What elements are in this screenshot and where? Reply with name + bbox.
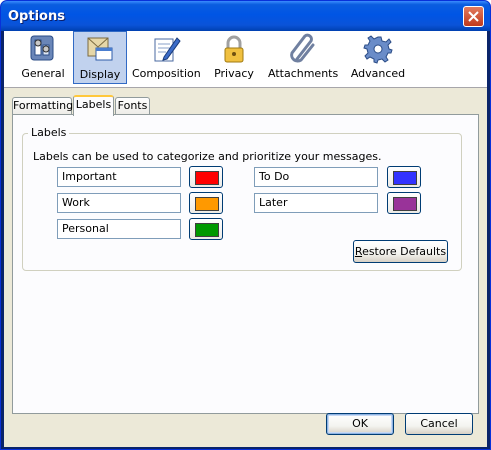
color-picker-button[interactable] xyxy=(189,218,223,240)
labels-description: Labels can be used to categorize and pri… xyxy=(33,150,382,163)
color-picker-button[interactable] xyxy=(189,192,223,214)
restore-defaults-button[interactable]: Restore Defaults xyxy=(353,240,448,263)
tab-fonts[interactable]: Fonts xyxy=(115,97,150,115)
toolbar-label: General xyxy=(21,67,65,80)
label-name-field[interactable]: Important xyxy=(57,167,181,187)
color-picker-button[interactable] xyxy=(387,192,421,214)
display-icon xyxy=(87,37,113,61)
general-icon xyxy=(30,35,54,61)
toolbar-attachments[interactable]: Attachments xyxy=(268,31,338,84)
lock-icon xyxy=(224,35,244,63)
tab-label: Fonts xyxy=(117,99,148,112)
label-name-field[interactable]: Work xyxy=(57,193,181,213)
toolbar-label: Attachments xyxy=(268,67,339,80)
cancel-button[interactable]: Cancel xyxy=(405,413,473,435)
color-swatch xyxy=(195,223,219,237)
color-swatch xyxy=(393,171,417,185)
category-toolbar: General Display Composition Privacy Atta… xyxy=(4,31,487,88)
tab-labels[interactable]: Labels xyxy=(73,95,114,116)
toolbar-composition[interactable]: Composition xyxy=(132,31,201,84)
paperclip-icon xyxy=(290,33,315,63)
tab-formatting[interactable]: Formatting xyxy=(12,97,74,115)
window-title: Options xyxy=(8,9,65,24)
labels-panel: Labels Labels can be used to categorize … xyxy=(12,114,479,414)
options-window: Options General Display Composition Priv… xyxy=(0,0,491,450)
toolbar-label: Privacy xyxy=(214,67,254,80)
toolbar-privacy[interactable]: Privacy xyxy=(209,31,259,84)
color-swatch xyxy=(195,171,219,185)
color-swatch xyxy=(393,197,417,211)
label-name-field[interactable]: Personal xyxy=(57,219,181,239)
labels-groupbox: Labels Labels can be used to categorize … xyxy=(22,126,462,271)
restore-accesskey: R xyxy=(354,245,363,258)
toolbar-general[interactable]: General xyxy=(11,31,75,84)
toolbar-advanced[interactable]: Advanced xyxy=(347,31,409,84)
tab-label: Labels xyxy=(75,98,112,111)
toolbar-label: Display xyxy=(79,68,121,81)
tab-label: Formatting xyxy=(13,99,74,112)
close-button[interactable] xyxy=(463,6,484,27)
composition-icon xyxy=(154,37,181,62)
label-name-field[interactable]: To Do xyxy=(254,167,378,187)
toolbar-label: Advanced xyxy=(350,67,406,80)
restore-label: estore Defaults xyxy=(362,245,447,258)
color-picker-button[interactable] xyxy=(189,166,223,188)
group-title: Labels xyxy=(28,126,70,139)
gear-icon xyxy=(363,35,393,64)
title-bar[interactable]: Options xyxy=(1,1,490,31)
dialog-body: General Display Composition Privacy Atta… xyxy=(4,31,487,447)
close-icon xyxy=(468,11,479,22)
label-name-field[interactable]: Later xyxy=(254,193,378,213)
color-picker-button[interactable] xyxy=(387,166,421,188)
toolbar-display[interactable]: Display xyxy=(73,31,127,84)
toolbar-label: Composition xyxy=(132,67,201,80)
color-swatch xyxy=(195,197,219,211)
ok-button[interactable]: OK xyxy=(326,413,394,435)
